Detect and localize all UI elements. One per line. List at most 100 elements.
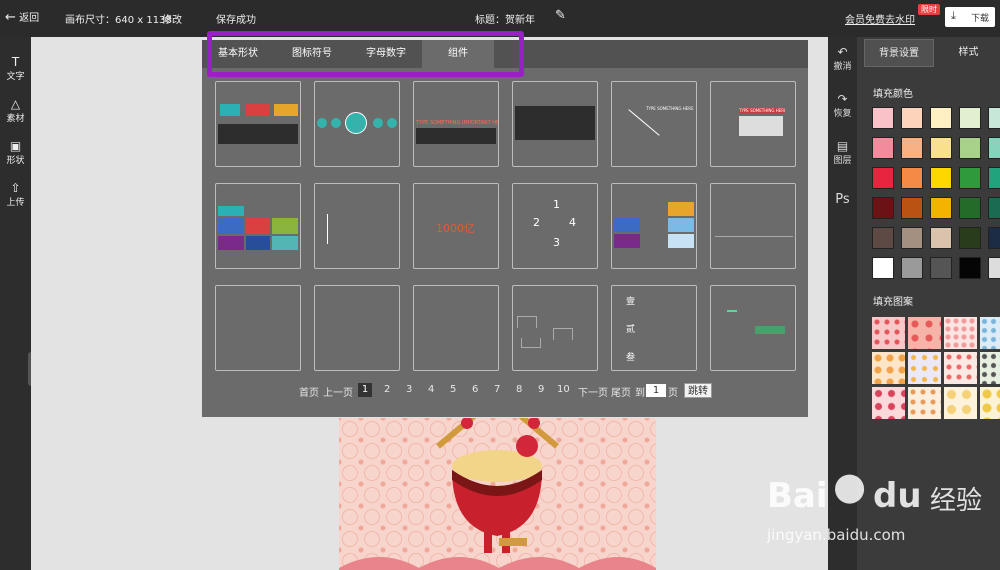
pagination-page[interactable]: 6 xyxy=(472,384,478,395)
component-tile[interactable] xyxy=(611,183,697,269)
component-tile[interactable] xyxy=(215,183,301,269)
component-tile[interactable] xyxy=(512,285,598,371)
download-button[interactable]: ⤓ 下载 xyxy=(945,7,995,27)
component-tile[interactable]: 壹 贰 叁 xyxy=(611,285,697,371)
color-swatch[interactable] xyxy=(930,137,952,159)
color-swatch[interactable] xyxy=(901,137,923,159)
tool-upload[interactable]: ⇧ 上传 xyxy=(0,181,31,208)
shapes-icon: △ xyxy=(10,97,21,111)
pattern-swatch[interactable] xyxy=(908,352,941,384)
pattern-swatch[interactable] xyxy=(908,387,941,419)
pattern-swatch[interactable] xyxy=(908,317,941,349)
tab-background-settings[interactable]: 背景设置 xyxy=(864,39,934,67)
color-swatch[interactable] xyxy=(930,257,952,279)
pattern-swatch[interactable] xyxy=(944,387,977,419)
color-swatch[interactable] xyxy=(988,167,1000,189)
ps-button[interactable]: Ps xyxy=(828,192,857,207)
pagination-page[interactable]: 10 xyxy=(557,384,570,395)
pattern-swatch[interactable] xyxy=(980,352,1000,384)
color-swatch[interactable] xyxy=(930,197,952,219)
color-swatch[interactable] xyxy=(901,257,923,279)
tool-text[interactable]: T 文字 xyxy=(0,55,31,82)
color-swatch[interactable] xyxy=(930,227,952,249)
text-icon: T xyxy=(11,55,20,69)
pattern-swatch[interactable] xyxy=(872,352,905,384)
pagination-page[interactable]: 4 xyxy=(428,384,434,395)
color-swatch[interactable] xyxy=(872,257,894,279)
page-title[interactable]: 标题：贺新年 xyxy=(475,11,535,26)
pattern-swatch[interactable] xyxy=(980,387,1000,419)
color-swatch[interactable] xyxy=(959,257,981,279)
watermark-logo-text: Bai xyxy=(767,476,828,516)
color-swatch[interactable] xyxy=(959,137,981,159)
tool-shape[interactable]: ▣ 形状 xyxy=(0,139,31,166)
component-tile[interactable] xyxy=(413,285,499,371)
pagination-page-current[interactable]: 1 xyxy=(358,383,372,397)
component-tile[interactable] xyxy=(314,285,400,371)
pagination-next[interactable]: 下一页 xyxy=(578,384,608,399)
pagination-prev[interactable]: 上一页 xyxy=(323,384,353,399)
pagination-last[interactable]: 尾页 xyxy=(611,384,631,399)
pagination-page[interactable]: 7 xyxy=(494,384,500,395)
color-swatch[interactable] xyxy=(959,107,981,129)
color-swatch[interactable] xyxy=(988,137,1000,159)
pattern-swatch[interactable] xyxy=(872,387,905,419)
color-swatch[interactable] xyxy=(901,167,923,189)
component-tile[interactable]: TYPE SOMETHING IMPORTANT HERE xyxy=(413,81,499,167)
pagination-page[interactable]: 9 xyxy=(538,384,544,395)
undo-button[interactable]: ↶ 撤消 xyxy=(828,45,857,72)
color-swatch[interactable] xyxy=(988,257,1000,279)
component-tile[interactable]: TYPE SOMETHING HERE xyxy=(710,81,796,167)
pagination-first[interactable]: 首页 xyxy=(299,384,319,399)
tool-material[interactable]: △ 素材 xyxy=(0,97,31,124)
pattern-swatch[interactable] xyxy=(980,317,1000,349)
vip-watermark-link[interactable]: 会员免费去水印 xyxy=(845,11,915,26)
pagination-goto-input[interactable]: 1 xyxy=(646,384,666,397)
color-swatch[interactable] xyxy=(901,227,923,249)
component-tile[interactable]: 1 2 4 3 xyxy=(512,183,598,269)
pagination-page[interactable]: 3 xyxy=(406,384,412,395)
layers-button[interactable]: ▤ 图层 xyxy=(828,139,857,166)
component-tile[interactable] xyxy=(314,81,400,167)
component-tile[interactable] xyxy=(314,183,400,269)
back-button[interactable]: ← 返回 xyxy=(5,9,39,25)
color-swatch[interactable] xyxy=(872,227,894,249)
color-swatch[interactable] xyxy=(930,107,952,129)
color-swatch[interactable] xyxy=(930,167,952,189)
drum-illustration[interactable] xyxy=(339,418,656,570)
color-swatch[interactable] xyxy=(901,107,923,129)
tab-style[interactable]: 样式 xyxy=(937,39,1000,67)
color-swatch[interactable] xyxy=(901,197,923,219)
component-tile[interactable] xyxy=(215,285,301,371)
component-tile[interactable] xyxy=(512,81,598,167)
pattern-swatch[interactable] xyxy=(872,317,905,349)
edit-size-link[interactable]: 修改 xyxy=(162,11,182,26)
pagination-goto-suffix: 页 xyxy=(668,388,678,399)
pagination-jump-button[interactable]: 跳转 xyxy=(684,383,712,398)
color-swatch[interactable] xyxy=(872,137,894,159)
redo-button[interactable]: ↷ 恢复 xyxy=(828,92,857,119)
pattern-swatch[interactable] xyxy=(944,317,977,349)
component-tile[interactable] xyxy=(215,81,301,167)
poster-canvas[interactable] xyxy=(339,418,656,570)
color-swatch[interactable] xyxy=(959,197,981,219)
color-swatch[interactable] xyxy=(988,197,1000,219)
watermark-url: jingyan.baidu.com xyxy=(767,526,906,544)
edit-title-icon[interactable]: ✎ xyxy=(555,8,566,23)
component-tile[interactable] xyxy=(710,183,796,269)
color-swatch[interactable] xyxy=(872,197,894,219)
color-swatch[interactable] xyxy=(959,227,981,249)
pagination-page[interactable]: 2 xyxy=(384,384,390,395)
color-swatch[interactable] xyxy=(988,107,1000,129)
component-tile[interactable]: TYPE SOMETHING HERE xyxy=(611,81,697,167)
pattern-swatch[interactable] xyxy=(944,352,977,384)
color-swatch[interactable] xyxy=(872,107,894,129)
pagination-page[interactable]: 8 xyxy=(516,384,522,395)
component-tile[interactable]: 1000亿 xyxy=(413,183,499,269)
pagination-page[interactable]: 5 xyxy=(450,384,456,395)
color-swatch[interactable] xyxy=(988,227,1000,249)
component-tile[interactable] xyxy=(710,285,796,371)
undo-icon: ↶ xyxy=(837,45,848,59)
color-swatch[interactable] xyxy=(959,167,981,189)
color-swatch[interactable] xyxy=(872,167,894,189)
